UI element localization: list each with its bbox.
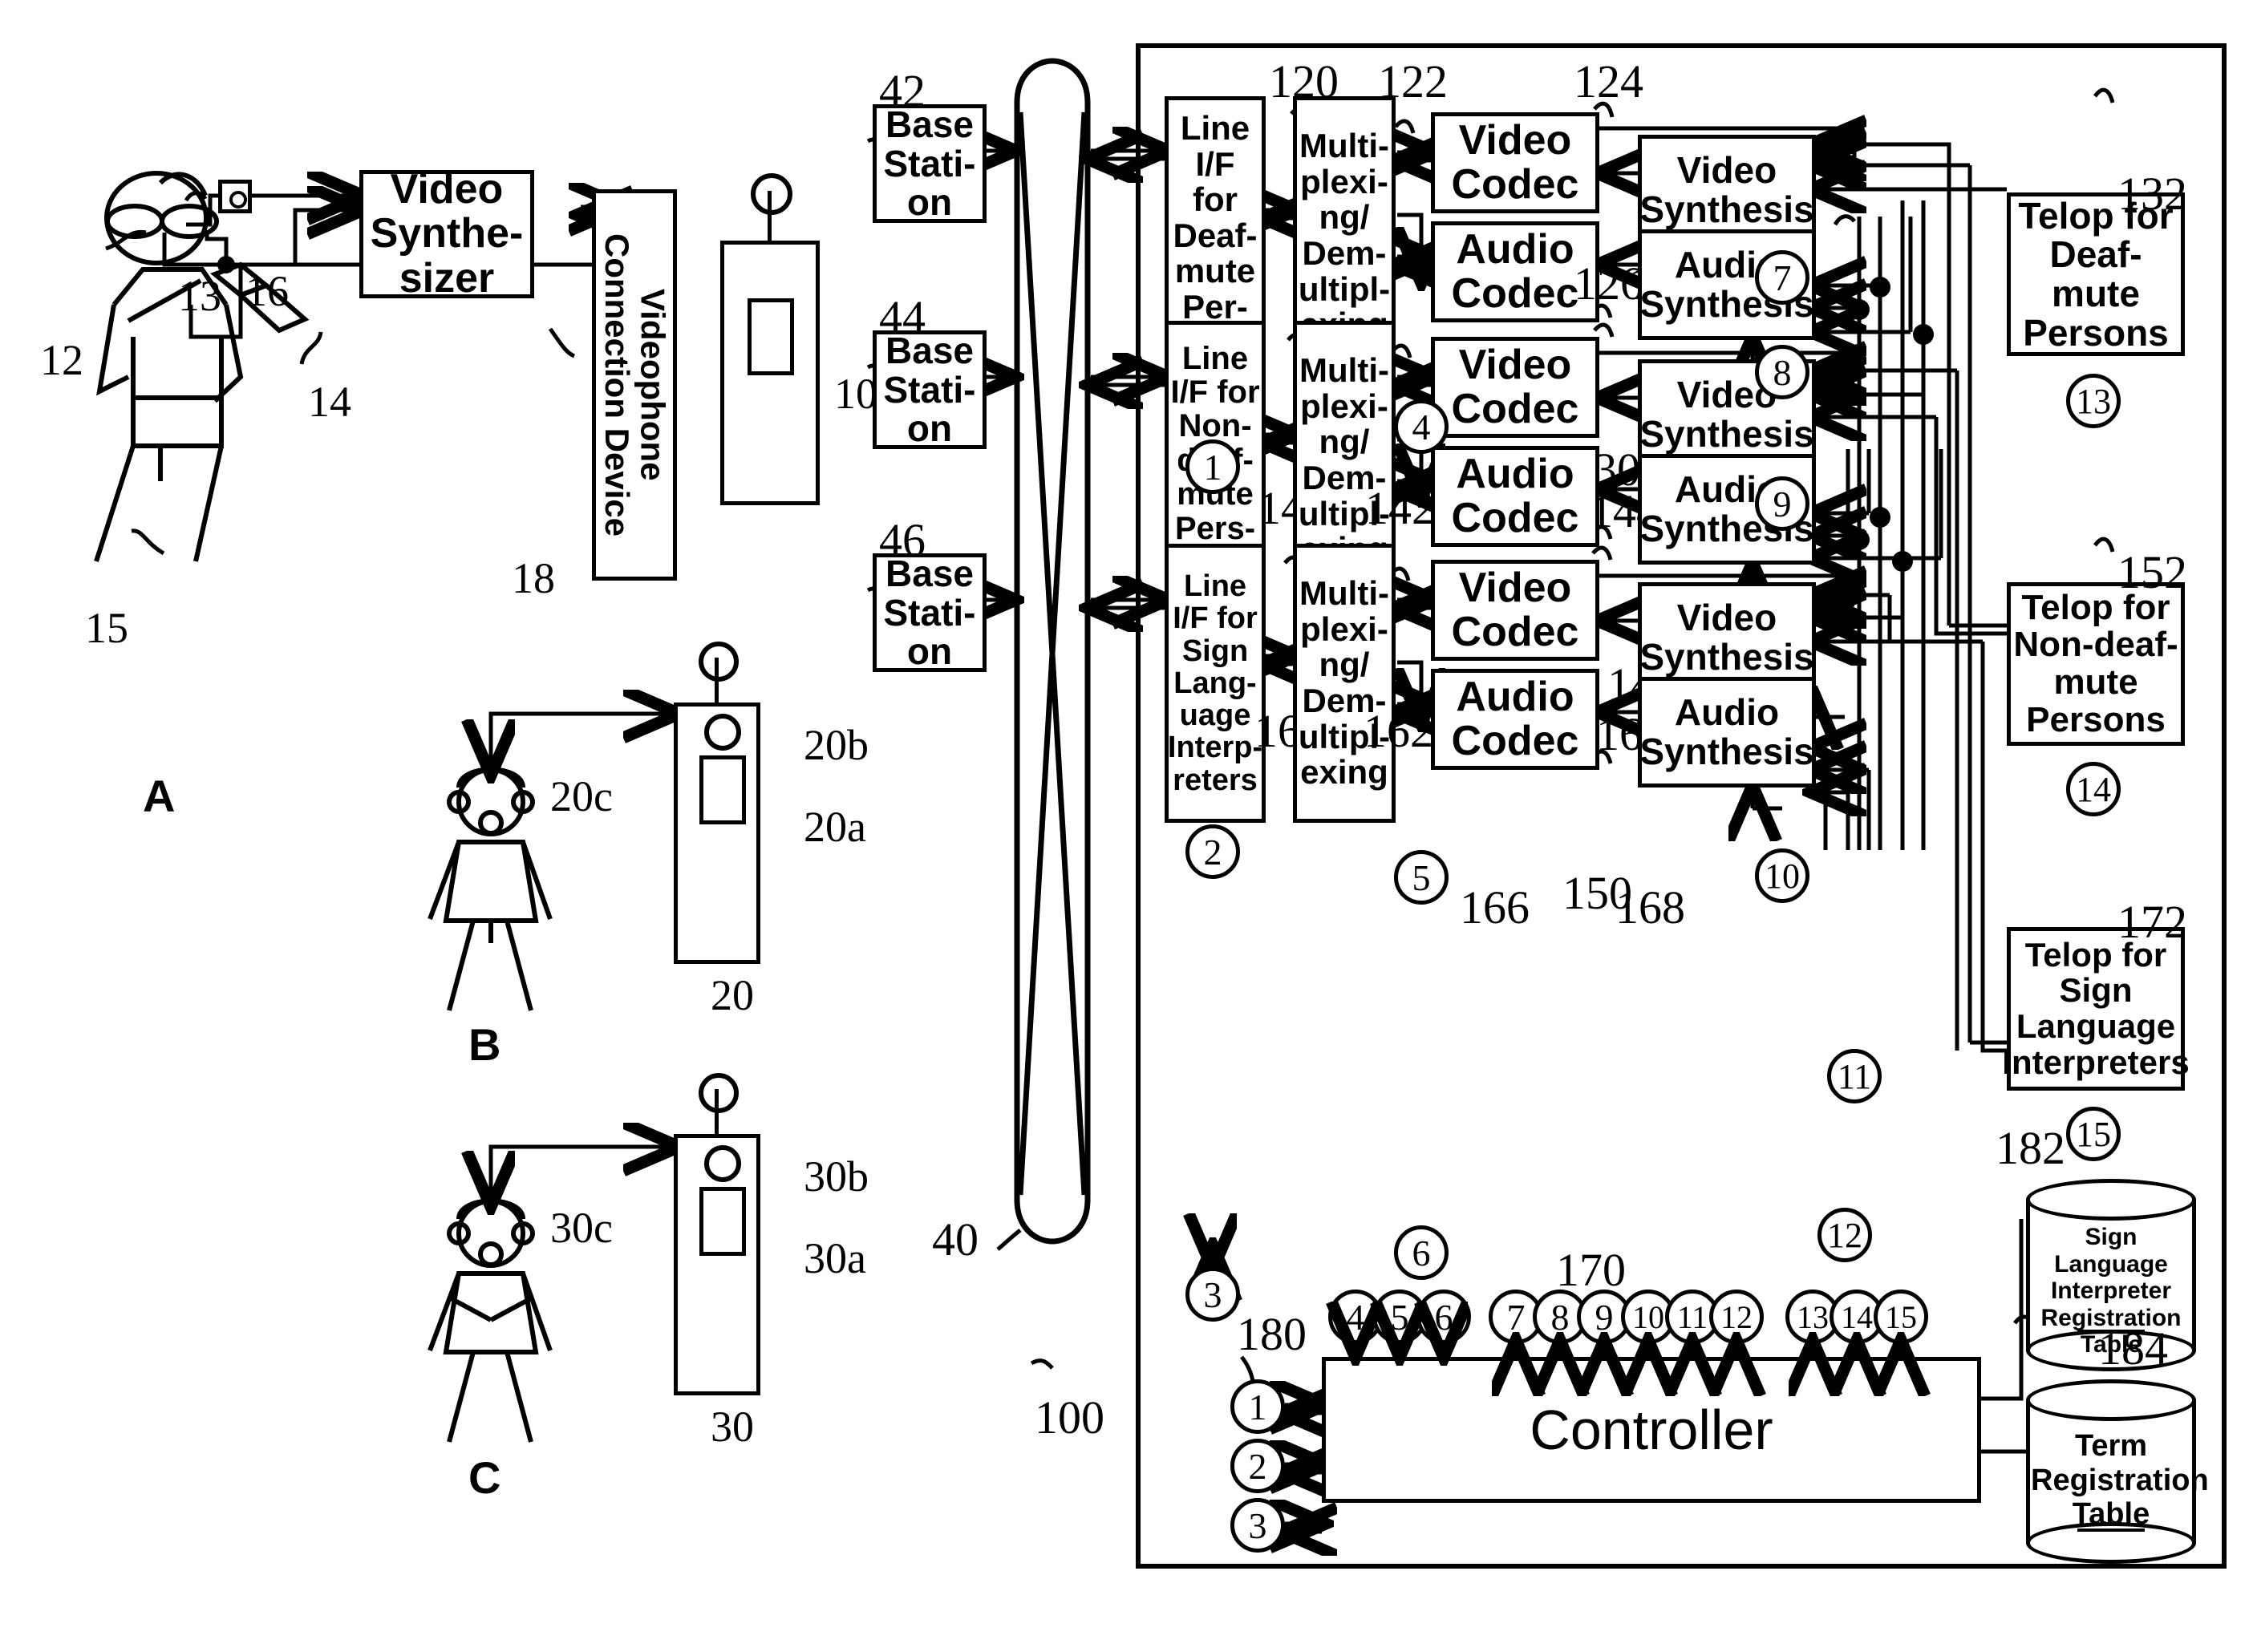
line-if-sign-160[interactable]: Line I/F for Sign Lang- uage Interp- reters — [1165, 544, 1266, 823]
ref-132: 132 — [2117, 168, 2187, 220]
audio-codec-166[interactable]: Audio Codec — [1431, 669, 1599, 770]
ref-166: 166 — [1460, 881, 1530, 933]
base-station-42-l3: on — [906, 181, 953, 224]
controller-marker-1: 1 — [1230, 1379, 1285, 1434]
ref-170: 170 — [1556, 1244, 1626, 1296]
patent-figure-canvas: 12 13 16 14 15 17 18 10 Video Synthe- si… — [0, 0, 2249, 1652]
ref-152: 152 — [2117, 546, 2187, 598]
base-station-46-l2: Stati- — [883, 591, 976, 634]
handset-10-screen — [748, 298, 794, 375]
telop-sign-172[interactable]: Telop for Sign Language Interpreters — [2002, 927, 2190, 1091]
ref-46: 46 — [879, 514, 926, 566]
marker-9: 9 — [1755, 476, 1809, 531]
video-codec-144[interactable]: Video Codec — [1431, 337, 1599, 438]
base-station-46-l3: on — [906, 630, 953, 673]
ref-122: 122 — [1378, 55, 1448, 107]
base-station-44-l3: on — [906, 407, 953, 450]
ref-142: 142 — [1365, 482, 1435, 534]
ref-180-controller: 180 — [1237, 1308, 1307, 1360]
marker-8: 8 — [1755, 345, 1809, 399]
marker-14: 14 — [2066, 762, 2121, 816]
ref-10-handset: 10 — [834, 370, 877, 418]
videophone-connection-device-label: Videophone Connection Device — [598, 233, 672, 537]
handset-30-antenna-tip — [699, 1073, 739, 1113]
ref-30c: 30c — [550, 1204, 613, 1252]
ref-13-head-display: 13 — [178, 272, 221, 320]
audio-codec-146[interactable]: Audio Codec — [1431, 446, 1599, 547]
ref-162: 162 — [1364, 705, 1433, 757]
ref-12-glasses: 12 — [40, 336, 83, 384]
database-184[interactable]: Term Registration Table — [2026, 1379, 2209, 1564]
ref-30a: 30a — [804, 1234, 866, 1282]
marker-13: 13 — [2066, 374, 2121, 428]
controller-block[interactable]: Controller — [1322, 1357, 1981, 1503]
video-synthesizer-label3: sizer — [399, 254, 495, 302]
video-codec-124[interactable]: Video Codec — [1431, 112, 1599, 213]
base-station-44-l2: Stati- — [883, 368, 976, 411]
ref-16-sensor: 16 — [245, 267, 289, 315]
handset-20-speaker-icon — [704, 714, 741, 751]
ref-182: 182 — [1996, 1122, 2065, 1174]
marker-1: 1 — [1185, 439, 1240, 494]
marker-12: 12 — [1817, 1208, 1872, 1262]
ref-15-belt: 15 — [85, 604, 128, 652]
marker-5: 5 — [1394, 850, 1449, 905]
marker-6: 6 — [1394, 1225, 1449, 1280]
ref-124: 124 — [1574, 55, 1643, 107]
ref-30: 30 — [711, 1403, 754, 1451]
base-station-42[interactable]: Base Stati- on — [873, 104, 987, 223]
ref-20: 20 — [711, 971, 754, 1019]
ref-168: 168 — [1615, 881, 1685, 933]
marker-11: 11 — [1827, 1049, 1882, 1103]
controller-label: Controller — [1530, 1398, 1773, 1461]
video-synthesizer-block[interactable]: Video Synthe- sizer — [359, 166, 534, 302]
videophone-connection-device-block[interactable]: Videophone Connection Device — [592, 189, 677, 581]
handset-20-antenna-tip — [699, 642, 739, 682]
ref-20b: 20b — [804, 721, 869, 769]
ref-20a: 20a — [804, 803, 866, 851]
ref-100-system: 100 — [1035, 1391, 1104, 1443]
ref-18-videophone-device: 18 — [512, 554, 555, 602]
controller-top-marker-12: 12 — [1709, 1290, 1764, 1344]
controller-top-marker-15: 15 — [1874, 1290, 1928, 1344]
handset-30-speaker-icon — [704, 1145, 741, 1182]
database-184-label: Term Registration Table — [2031, 1429, 2209, 1532]
base-station-44[interactable]: Base Stati- on — [873, 330, 987, 449]
marker-2: 2 — [1185, 824, 1240, 879]
controller-marker-3: 3 — [1230, 1498, 1285, 1553]
ref-14-camera: 14 — [308, 378, 351, 426]
telop-nondeafmute-152[interactable]: Telop for Non-deaf- mute Persons — [2007, 582, 2185, 746]
controller-top-marker-6: 6 — [1416, 1290, 1471, 1344]
video-synthesizer-label2: Synthe- — [370, 210, 524, 257]
ref-44: 44 — [879, 291, 926, 343]
controller-marker-2: 2 — [1230, 1439, 1285, 1493]
marker-7: 7 — [1755, 250, 1809, 305]
person-a-label: A — [143, 771, 176, 821]
person-c-label: C — [468, 1452, 501, 1503]
person-b-label: B — [468, 1019, 501, 1070]
video-synthesizer-label: Video — [390, 166, 504, 213]
marker-10: 10 — [1755, 848, 1809, 903]
ref-40-network: 40 — [932, 1213, 979, 1265]
base-station-42-l2: Stati- — [883, 142, 976, 184]
marker-3: 3 — [1185, 1267, 1240, 1322]
handset-20-screen — [699, 755, 746, 824]
sensor-lens-icon — [229, 191, 247, 209]
ref-20c: 20c — [550, 772, 613, 820]
video-codec-164[interactable]: Video Codec — [1431, 560, 1599, 661]
ref-184: 184 — [2098, 1322, 2168, 1375]
ref-42: 42 — [879, 65, 926, 117]
ref-172: 172 — [2117, 896, 2187, 948]
marker-15: 15 — [2066, 1107, 2121, 1161]
handset-10-antenna-tip — [751, 173, 792, 215]
mux-demux-162[interactable]: Multi-plexi- ng/Dem- ultipl-exing — [1293, 544, 1396, 823]
handset-30-screen — [699, 1187, 746, 1256]
audio-synthesis-170[interactable]: Audio Synthesis — [1638, 677, 1816, 788]
marker-4: 4 — [1394, 399, 1449, 454]
base-station-46[interactable]: Base Stati- on — [873, 553, 987, 672]
ref-30b: 30b — [804, 1152, 869, 1201]
